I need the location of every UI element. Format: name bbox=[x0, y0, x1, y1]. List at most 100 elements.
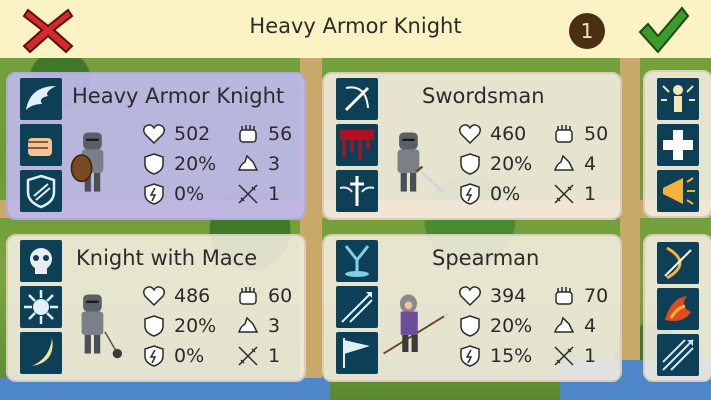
defense-icon bbox=[142, 152, 168, 176]
range-icon bbox=[236, 344, 262, 368]
range-icon bbox=[552, 182, 578, 206]
down-arrow-icon bbox=[336, 240, 378, 282]
unit-sprite bbox=[382, 112, 452, 212]
stat-value: 1 bbox=[584, 345, 597, 367]
evasion-icon bbox=[142, 182, 168, 206]
stat-value: 486 bbox=[174, 285, 211, 307]
hp-icon bbox=[458, 284, 484, 308]
top-bar: Heavy Armor Knight 1 bbox=[0, 0, 711, 58]
stat-value: 4 bbox=[584, 315, 597, 337]
stat-value: 60 bbox=[268, 285, 293, 307]
unit-sprite bbox=[382, 274, 452, 374]
count-badge: 1 bbox=[569, 13, 605, 49]
unit-sprite bbox=[66, 274, 136, 374]
stat-speed: 3 bbox=[236, 152, 280, 176]
stat-value: 0% bbox=[174, 345, 205, 367]
stat-value: 70 bbox=[584, 285, 609, 307]
speed-icon bbox=[236, 314, 262, 338]
unit-card[interactable]: Swordsman 460 50 20% 4 0% 1 bbox=[322, 72, 622, 220]
stat-value: 460 bbox=[490, 123, 527, 145]
stat-attack: 70 bbox=[552, 284, 608, 308]
range-icon bbox=[236, 182, 262, 206]
stat-value: 394 bbox=[490, 285, 527, 307]
stat-speed: 4 bbox=[552, 152, 596, 176]
speed-icon bbox=[236, 152, 262, 176]
stat-evasion: 0% bbox=[142, 182, 204, 206]
hp-icon bbox=[458, 122, 484, 146]
flag-icon bbox=[336, 332, 378, 374]
evasion-icon bbox=[458, 182, 484, 206]
stat-value: 0% bbox=[490, 183, 521, 205]
stat-defense: 20% bbox=[458, 152, 532, 176]
hp-icon bbox=[142, 284, 168, 308]
unit-card-partial[interactable] bbox=[643, 234, 711, 382]
wing-icon bbox=[20, 78, 62, 120]
checkmark-icon bbox=[638, 6, 690, 54]
defense-icon bbox=[458, 152, 484, 176]
stat-evasion: 0% bbox=[142, 344, 204, 368]
cross-icon bbox=[657, 124, 699, 166]
bow-icon bbox=[657, 242, 699, 284]
stat-value: 3 bbox=[268, 153, 281, 175]
fire-icon bbox=[657, 288, 699, 330]
stat-value: 20% bbox=[490, 315, 533, 337]
spike-ball-icon bbox=[20, 286, 62, 328]
attack-icon bbox=[236, 122, 262, 146]
stat-attack: 50 bbox=[552, 122, 608, 146]
stat-value: 1 bbox=[268, 183, 281, 205]
stat-range: 1 bbox=[236, 182, 280, 206]
stat-defense: 20% bbox=[458, 314, 532, 338]
attack-icon bbox=[236, 284, 262, 308]
unit-sprite bbox=[66, 112, 136, 212]
stat-range: 1 bbox=[552, 182, 596, 206]
stat-attack: 56 bbox=[236, 122, 292, 146]
stat-value: 1 bbox=[584, 183, 597, 205]
stat-value: 15% bbox=[490, 345, 533, 367]
stat-speed: 3 bbox=[236, 314, 280, 338]
speed-icon bbox=[552, 314, 578, 338]
unit-name: Heavy Armor Knight bbox=[72, 84, 285, 108]
stat-speed: 4 bbox=[552, 314, 596, 338]
defense-icon bbox=[458, 314, 484, 338]
stat-hp: 502 bbox=[142, 122, 210, 146]
unit-card-partial[interactable] bbox=[643, 70, 711, 218]
fist-icon bbox=[20, 124, 62, 166]
stat-value: 20% bbox=[174, 315, 217, 337]
stat-value: 502 bbox=[174, 123, 211, 145]
hp-icon bbox=[142, 122, 168, 146]
confirm-button[interactable] bbox=[636, 6, 690, 54]
stat-value: 0% bbox=[174, 183, 205, 205]
range-icon bbox=[552, 344, 578, 368]
stat-evasion: 15% bbox=[458, 344, 532, 368]
stat-value: 3 bbox=[268, 315, 281, 337]
unit-card[interactable]: Spearman 394 70 20% 4 15% 1 bbox=[322, 234, 622, 382]
defense-icon bbox=[142, 314, 168, 338]
speed-icon bbox=[552, 152, 578, 176]
stat-hp: 486 bbox=[142, 284, 210, 308]
stat-range: 1 bbox=[552, 344, 596, 368]
road bbox=[620, 58, 640, 400]
stat-value: 20% bbox=[490, 153, 533, 175]
crescent-icon bbox=[20, 332, 62, 374]
stat-value: 50 bbox=[584, 123, 609, 145]
attack-icon bbox=[552, 284, 578, 308]
skull-icon bbox=[20, 240, 62, 282]
attack-icon bbox=[552, 122, 578, 146]
spear-tips-icon bbox=[336, 286, 378, 328]
figure-glow-icon bbox=[657, 78, 699, 120]
stat-value: 56 bbox=[268, 123, 293, 145]
shield-icon bbox=[20, 170, 62, 212]
horn-icon bbox=[657, 170, 699, 212]
stat-hp: 394 bbox=[458, 284, 526, 308]
sword-wings-icon bbox=[336, 170, 378, 212]
unit-name: Knight with Mace bbox=[76, 246, 258, 270]
stat-defense: 20% bbox=[142, 152, 216, 176]
unit-card[interactable]: Heavy Armor Knight 502 56 20% 3 0% 1 bbox=[6, 72, 306, 220]
stat-attack: 60 bbox=[236, 284, 292, 308]
unit-card[interactable]: Knight with Mace 486 60 20% 3 0% 1 bbox=[6, 234, 306, 382]
stat-defense: 20% bbox=[142, 314, 216, 338]
stat-value: 4 bbox=[584, 153, 597, 175]
stat-value: 1 bbox=[268, 345, 281, 367]
evasion-icon bbox=[458, 344, 484, 368]
stat-evasion: 0% bbox=[458, 182, 520, 206]
